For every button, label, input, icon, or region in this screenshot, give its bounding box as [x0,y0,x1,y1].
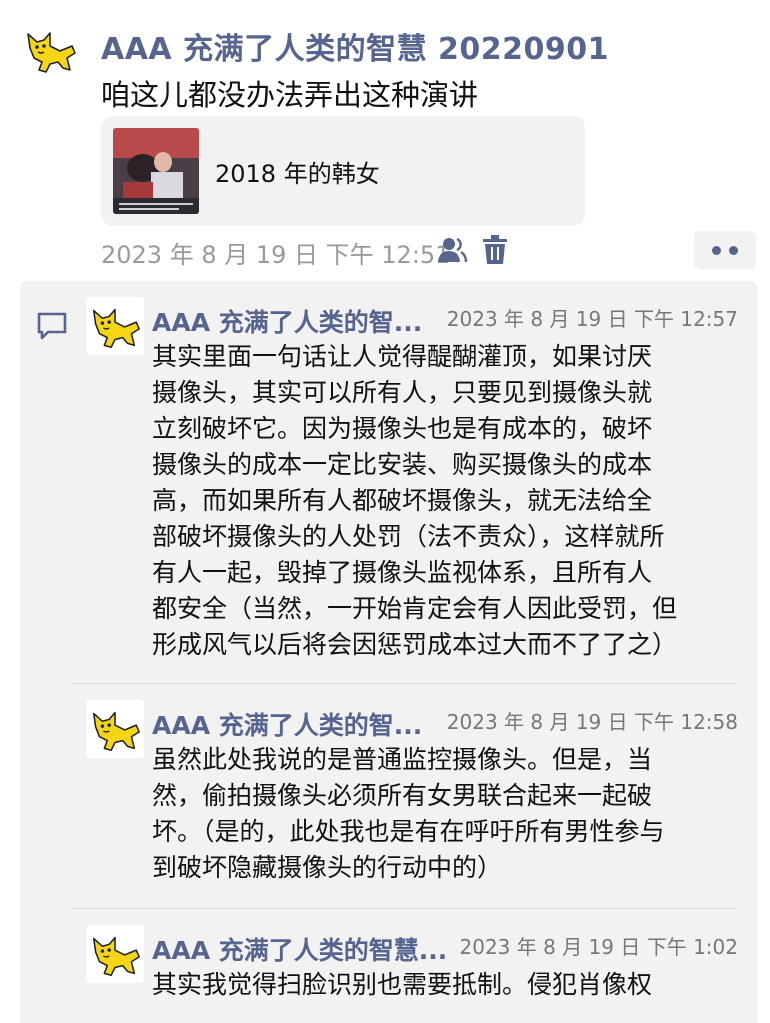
post-timestamp: 2023 年 8 月 19 日 下午 12:51 [101,241,451,269]
comment-timestamp: 2023 年 8 月 19 日 下午 12:58 [446,710,738,734]
comment-text-line: 高，而如果所有人都破坏摄像头，就无法给全 [152,486,653,515]
post-author-avatar[interactable] [20,20,80,80]
comments-section: AAA 充满了人类的智... 2023 年 8 月 19 日 下午 12:57 … [20,281,757,1023]
comment-text-line: 其实我觉得扫脸识别也需要抵制。侵犯肖像权 [152,970,653,999]
comment-text-line: 然，偷拍摄像头必须所有女男联合起来一起破 [152,781,653,810]
comment-item[interactable]: AAA 充满了人类的智... 2023 年 8 月 19 日 下午 12:58 … [20,684,757,908]
comment-text-line: 都安全（当然，一开始肯定会有人因此受罚，但 [152,594,678,623]
link-title: 2018 年的韩女 [215,160,380,188]
comment-text-line: 坏。（是的，此处我也是有在呼吁所有男性参与 [152,817,665,846]
comment-text: 其实里面一句话让人觉得醍醐灌顶，如果讨厌 摄像头，其实可以所有人，只要见到摄像头… [152,339,742,663]
comment-text: 其实我觉得扫脸识别也需要抵制。侵犯肖像权 [152,967,742,1003]
comment-text-line: 形成风气以后将会因惩罚成本过大而不了了之） [152,630,678,659]
cat-avatar-icon [86,297,144,355]
comment-timestamp: 2023 年 8 月 19 日 下午 12:57 [446,307,738,331]
comment-author-name[interactable]: AAA 充满了人类的智... [152,303,422,339]
comment-text-line: 虽然此处我说的是普通监控摄像头。但是，当 [152,745,653,774]
comment-text-line: 有人一起，毁掉了摄像头监视体系，且所有人 [152,558,653,587]
people-icon[interactable] [436,234,468,266]
comment-text-line: 摄像头，其实可以所有人，只要见到摄像头就 [152,378,653,407]
comment-item[interactable]: AAA 充满了人类的智... 2023 年 8 月 19 日 下午 12:57 … [20,281,757,683]
comment-item[interactable]: AAA 充满了人类的智慧... 2023 年 8 月 19 日 下午 1:02 … [20,909,757,1023]
shared-link-card[interactable]: 2018 年的韩女 [101,116,585,226]
more-dots-icon[interactable] [694,231,756,269]
comment-text: 虽然此处我说的是普通监控摄像头。但是，当 然，偷拍摄像头必须所有女男联合起来一起… [152,742,742,886]
comment-text-line: 到破坏隐藏摄像头的行动中的） [152,853,503,882]
comment-text-line: 立刻破坏它。因为摄像头也是有成本的，破坏 [152,414,653,443]
link-thumbnail [113,128,199,214]
comment-text-line: 其实里面一句话让人觉得醍醐灌顶，如果讨厌 [152,342,653,371]
cat-avatar-icon [86,700,144,758]
comment-author-avatar[interactable] [86,700,144,758]
comment-text-line: 部破坏摄像头的人处罚（法不责众），这样就所 [152,522,665,551]
comment-timestamp: 2023 年 8 月 19 日 下午 1:02 [459,935,739,959]
cat-avatar-icon [20,20,80,80]
post-text: 咱这儿都没办法弄出这种演讲 [101,78,479,112]
cat-avatar-icon [86,925,144,983]
comment-author-name[interactable]: AAA 充满了人类的智... [152,706,422,742]
trash-icon[interactable] [482,235,508,265]
post-author-name[interactable]: AAA 充满了人类的智慧 20220901 [101,24,609,68]
comment-author-avatar[interactable] [86,297,144,355]
comment-author-name[interactable]: AAA 充满了人类的智慧... [152,931,447,967]
comment-author-avatar[interactable] [86,925,144,983]
comment-text-line: 摄像头的成本一定比安装、购买摄像头的成本 [152,450,653,479]
